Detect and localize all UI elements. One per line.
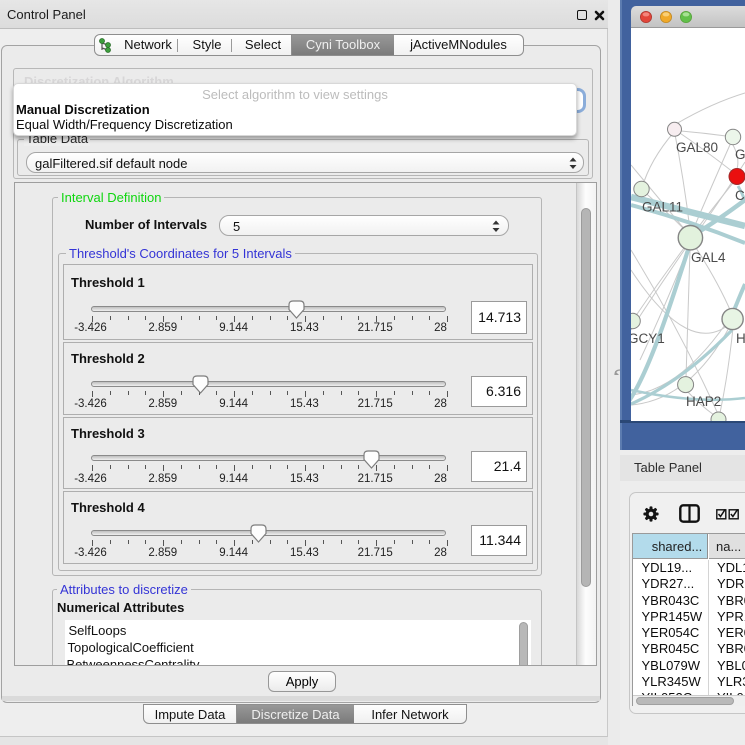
svg-text:GCY1: GCY1 <box>631 331 665 346</box>
svg-text:HAP2: HAP2 <box>686 394 721 409</box>
svg-text:GAL80: GAL80 <box>676 140 718 155</box>
svg-text:H: H <box>736 331 745 346</box>
svg-text:GAL4: GAL4 <box>691 250 726 265</box>
svg-text:GAL11: GAL11 <box>642 200 683 215</box>
svg-text:GA: GA <box>735 147 745 162</box>
svg-text:C: C <box>735 188 745 203</box>
